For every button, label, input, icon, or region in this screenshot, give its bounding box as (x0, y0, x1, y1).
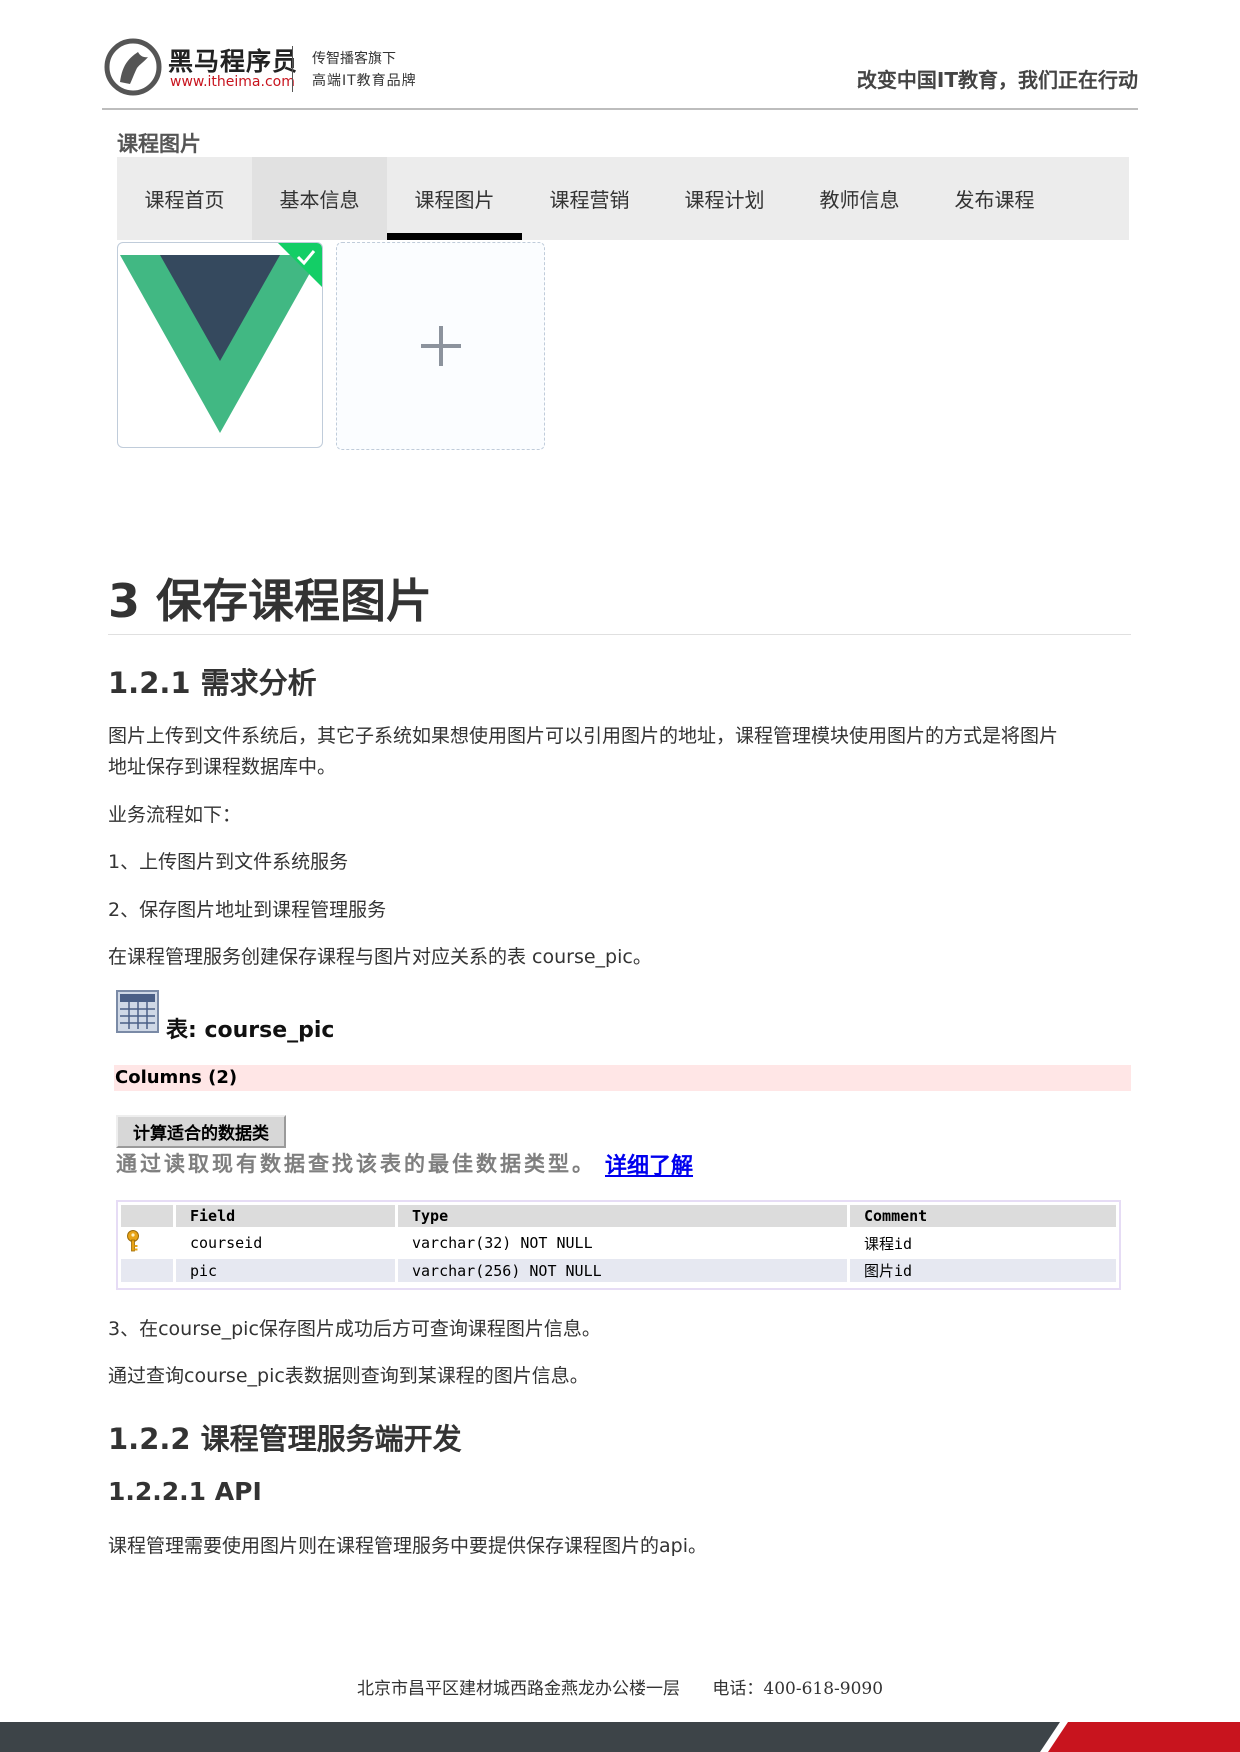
comment-cell: 图片id (850, 1259, 1116, 1282)
table-row: courseid varchar(32) NOT NULL 课程id (121, 1230, 1116, 1256)
calc-datatype-note: 通过读取现有数据查找该表的最佳数据类型。 (116, 1151, 596, 1176)
paragraph-step-3: 3、在course_pic保存图片成功后方可查询课程图片信息。 (108, 1318, 601, 1340)
columns-label: Columns (2) (115, 1067, 238, 1088)
brand-name: 黑马程序员 (168, 47, 299, 76)
course-tab-bar: 课程首页 基本信息 课程图片 课程营销 课程计划 教师信息 发布课程 (117, 157, 1129, 240)
subsection-heading-api: 1.2.2.1 API (108, 1477, 262, 1506)
plus-icon (420, 326, 461, 366)
header-divider (102, 108, 1138, 110)
columns-table: Field Type Comment courseid varchar(32) (116, 1200, 1121, 1290)
tab-teacher-info[interactable]: 教师信息 (792, 157, 927, 240)
columns-bar: Columns (2) (114, 1065, 1131, 1091)
brand-subtitle-2: 高端IT教育品牌 (312, 73, 417, 89)
vue-logo-image (120, 243, 322, 433)
type-column-header: Type (398, 1205, 847, 1227)
footer-phone: 电话：400-618-9090 (712, 1679, 884, 1699)
paragraph-query-note: 通过查询course_pic表数据则查询到某课程的图片信息。 (108, 1365, 589, 1387)
tab-course-picture[interactable]: 课程图片 (387, 157, 522, 240)
field-column-header: Field (176, 1205, 395, 1227)
paragraph-intro-line-1: 图片上传到文件系统后，其它子系统如果想使用图片可以引用图片的地址，课程管理模块使… (108, 725, 1059, 747)
footer-address: 北京市昌平区建材城西路金燕龙办公楼一层 (356, 1679, 680, 1699)
brand-url: www.itheima.com (170, 74, 295, 90)
paragraph-step-2: 2、保存图片地址到课程管理服务 (108, 899, 387, 921)
brand-separator (292, 46, 293, 92)
table-row: pic varchar(256) NOT NULL 图片id (121, 1259, 1116, 1282)
screenshot-title: 课程图片 (117, 132, 201, 156)
table-title: 表: course_pic (166, 1018, 335, 1043)
calc-datatype-button[interactable]: 计算适合的数据类 (116, 1115, 286, 1148)
learn-more-link[interactable]: 详细了解 (605, 1148, 693, 1180)
horse-logo-icon (104, 38, 162, 96)
paragraph-create-table: 在课程管理服务创建保存课程与图片对应关系的表 course_pic。 (108, 946, 652, 968)
tab-course-marketing[interactable]: 课程营销 (522, 157, 657, 240)
page-header: 黑马程序员 www.itheima.com 传智播客旗下 高端IT教育品牌 改变… (104, 38, 1138, 110)
tab-basic-info[interactable]: 基本信息 (252, 157, 387, 240)
section-heading-rule (108, 634, 1131, 635)
comment-cell: 课程id (864, 1234, 913, 1253)
key-column-header (121, 1205, 173, 1227)
paragraph-flow-label: 业务流程如下： (108, 804, 242, 826)
tab-course-home[interactable]: 课程首页 (117, 157, 252, 240)
brand-subtitle-1: 传智播客旗下 (312, 51, 396, 67)
paragraph-api-note: 课程管理需要使用图片则在课程管理服务中要提供保存课程图片的api。 (108, 1535, 707, 1557)
subsection-heading-requirements: 1.2.1 需求分析 (108, 666, 317, 700)
empty-key-cell (121, 1259, 173, 1282)
type-cell: varchar(32) NOT NULL (412, 1234, 593, 1252)
section-heading: 3 保存课程图片 (108, 574, 433, 628)
footer-text: 北京市昌平区建材城西路金燕龙办公楼一层 电话：400-618-9090 (0, 1674, 1240, 1699)
paragraph-intro-line-2: 地址保存到课程数据库中。 (108, 756, 337, 778)
footer-band (0, 1722, 1240, 1752)
comment-column-header: Comment (850, 1205, 1116, 1227)
field-cell: courseid (190, 1234, 263, 1252)
tab-publish-course[interactable]: 发布课程 (927, 157, 1062, 240)
uploaded-picture-card[interactable] (117, 242, 323, 448)
header-slogan: 改变中国IT教育，我们正在行动 (856, 68, 1138, 92)
upload-picture-button[interactable] (336, 242, 545, 450)
paragraph-step-1: 1、上传图片到文件系统服务 (108, 851, 349, 873)
type-cell: varchar(256) NOT NULL (398, 1259, 847, 1282)
primary-key-cell (121, 1230, 173, 1256)
field-cell: pic (176, 1259, 395, 1282)
primary-key-icon (127, 1230, 139, 1252)
subsection-heading-server-dev: 1.2.2 课程管理服务端开发 (108, 1422, 462, 1456)
table-grid-icon (116, 990, 159, 1033)
tab-course-plan[interactable]: 课程计划 (657, 157, 792, 240)
